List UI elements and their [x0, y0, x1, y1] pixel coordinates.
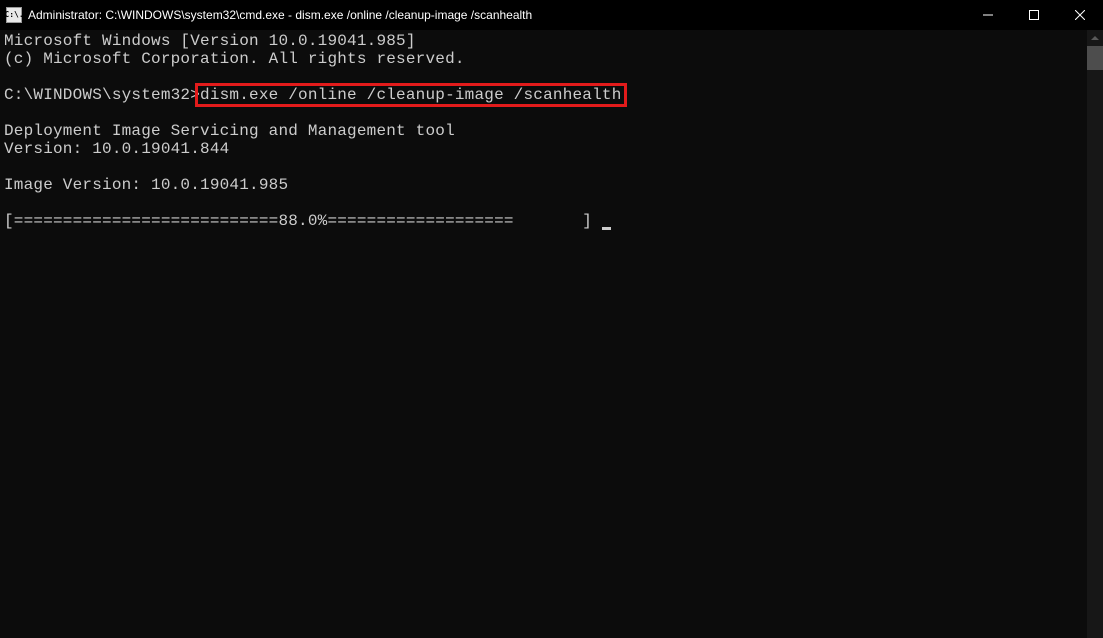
- output-line: Microsoft Windows [Version 10.0.19041.98…: [4, 32, 416, 50]
- terminal-wrap: Microsoft Windows [Version 10.0.19041.98…: [0, 30, 1103, 638]
- output-line: Version: 10.0.19041.844: [4, 140, 229, 158]
- titlebar: C:\. Administrator: C:\WINDOWS\system32\…: [0, 0, 1103, 30]
- terminal-output[interactable]: Microsoft Windows [Version 10.0.19041.98…: [0, 30, 1087, 638]
- output-line: Image Version: 10.0.19041.985: [4, 176, 288, 194]
- progress-bar: [===========================88.0%=======…: [4, 212, 602, 230]
- prompt-prefix: C:\WINDOWS\system32>: [4, 86, 200, 104]
- cursor: [602, 227, 611, 230]
- scroll-thumb[interactable]: [1087, 46, 1103, 70]
- output-line: (c) Microsoft Corporation. All rights re…: [4, 50, 465, 68]
- maximize-button[interactable]: [1011, 0, 1057, 30]
- scroll-up-icon[interactable]: [1087, 30, 1103, 46]
- scrollbar[interactable]: [1087, 30, 1103, 638]
- command-text: dism.exe /online /cleanup-image /scanhea…: [200, 86, 621, 104]
- minimize-button[interactable]: [965, 0, 1011, 30]
- command-highlight: dism.exe /online /cleanup-image /scanhea…: [195, 83, 626, 107]
- close-button[interactable]: [1057, 0, 1103, 30]
- titlebar-left: C:\. Administrator: C:\WINDOWS\system32\…: [0, 7, 532, 23]
- output-line: Deployment Image Servicing and Managemen…: [4, 122, 455, 140]
- cmd-icon: C:\.: [6, 7, 22, 23]
- window-controls: [965, 0, 1103, 30]
- window-title: Administrator: C:\WINDOWS\system32\cmd.e…: [28, 8, 532, 22]
